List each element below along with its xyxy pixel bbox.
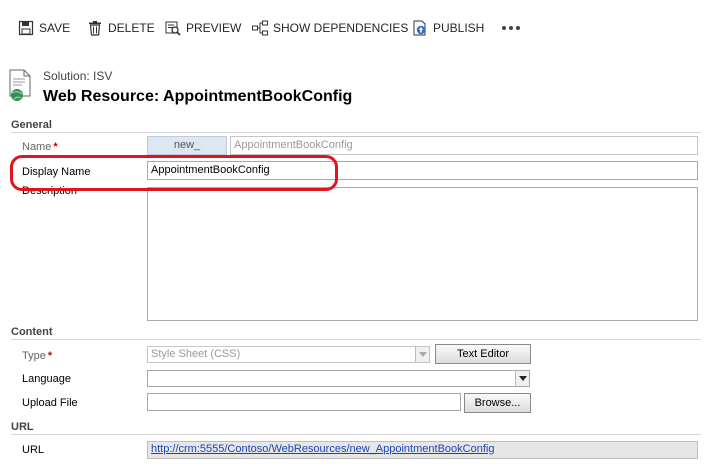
- command-bar: SAVE DELETE PREVIEW SHOW DEPENDENCIES PU…: [0, 0, 712, 56]
- chevron-down-icon[interactable]: [515, 371, 529, 386]
- preview-button[interactable]: PREVIEW: [165, 18, 241, 38]
- required-marker: *: [53, 141, 58, 153]
- preview-label: PREVIEW: [186, 21, 242, 35]
- type-select: Style Sheet (CSS): [147, 346, 430, 363]
- language-select[interactable]: [147, 370, 530, 387]
- show-dependencies-button[interactable]: SHOW DEPENDENCIES: [252, 18, 408, 38]
- delete-button[interactable]: DELETE: [87, 18, 155, 38]
- trash-icon: [87, 20, 103, 36]
- type-label: Type *: [22, 350, 52, 362]
- section-divider: [11, 339, 701, 340]
- browse-button[interactable]: Browse...: [464, 393, 531, 413]
- publish-label: PUBLISH: [433, 21, 485, 35]
- preview-icon: [165, 20, 181, 36]
- web-resource-icon: [8, 68, 36, 104]
- solution-name: Solution: ISV: [43, 69, 113, 83]
- section-divider: [11, 434, 701, 435]
- description-field[interactable]: [147, 187, 698, 321]
- upload-file-input[interactable]: [147, 393, 461, 411]
- ellipsis-dot-icon: [509, 26, 513, 30]
- section-divider: [11, 132, 701, 133]
- section-title-general: General: [11, 119, 52, 131]
- publish-icon: [412, 20, 428, 36]
- text-editor-button[interactable]: Text Editor: [435, 344, 531, 364]
- section-title-url: URL: [11, 421, 34, 433]
- publish-button[interactable]: PUBLISH: [412, 18, 484, 38]
- type-label-text: Type: [22, 350, 46, 362]
- dependencies-icon: [252, 20, 268, 36]
- url-field: http://crm:5555/Contoso/WebResources/new…: [147, 441, 698, 459]
- url-label: URL: [22, 444, 45, 456]
- name-prefix: new_: [147, 136, 227, 155]
- page-title: Web Resource: AppointmentBookConfig: [43, 88, 353, 105]
- more-commands-button[interactable]: [502, 18, 520, 38]
- show-dependencies-label: SHOW DEPENDENCIES: [273, 21, 409, 35]
- required-marker: *: [47, 350, 53, 362]
- highlight-annotation: [10, 155, 338, 191]
- section-title-content: Content: [11, 326, 53, 338]
- type-select-value: Style Sheet (CSS): [151, 348, 241, 360]
- ellipsis-dot-icon: [516, 26, 520, 30]
- chevron-down-icon: [415, 347, 429, 362]
- language-label: Language: [22, 373, 71, 385]
- name-label: Name *: [22, 141, 58, 153]
- save-label: SAVE: [39, 21, 71, 35]
- name-field: AppointmentBookConfig: [230, 136, 698, 155]
- url-link[interactable]: http://crm:5555/Contoso/WebResources/new…: [151, 443, 494, 455]
- upload-file-label: Upload File: [22, 397, 78, 409]
- ellipsis-dot-icon: [502, 26, 506, 30]
- name-label-text: Name: [22, 141, 52, 153]
- delete-label: DELETE: [108, 21, 155, 35]
- floppy-disk-icon: [18, 20, 34, 36]
- save-button[interactable]: SAVE: [18, 18, 70, 38]
